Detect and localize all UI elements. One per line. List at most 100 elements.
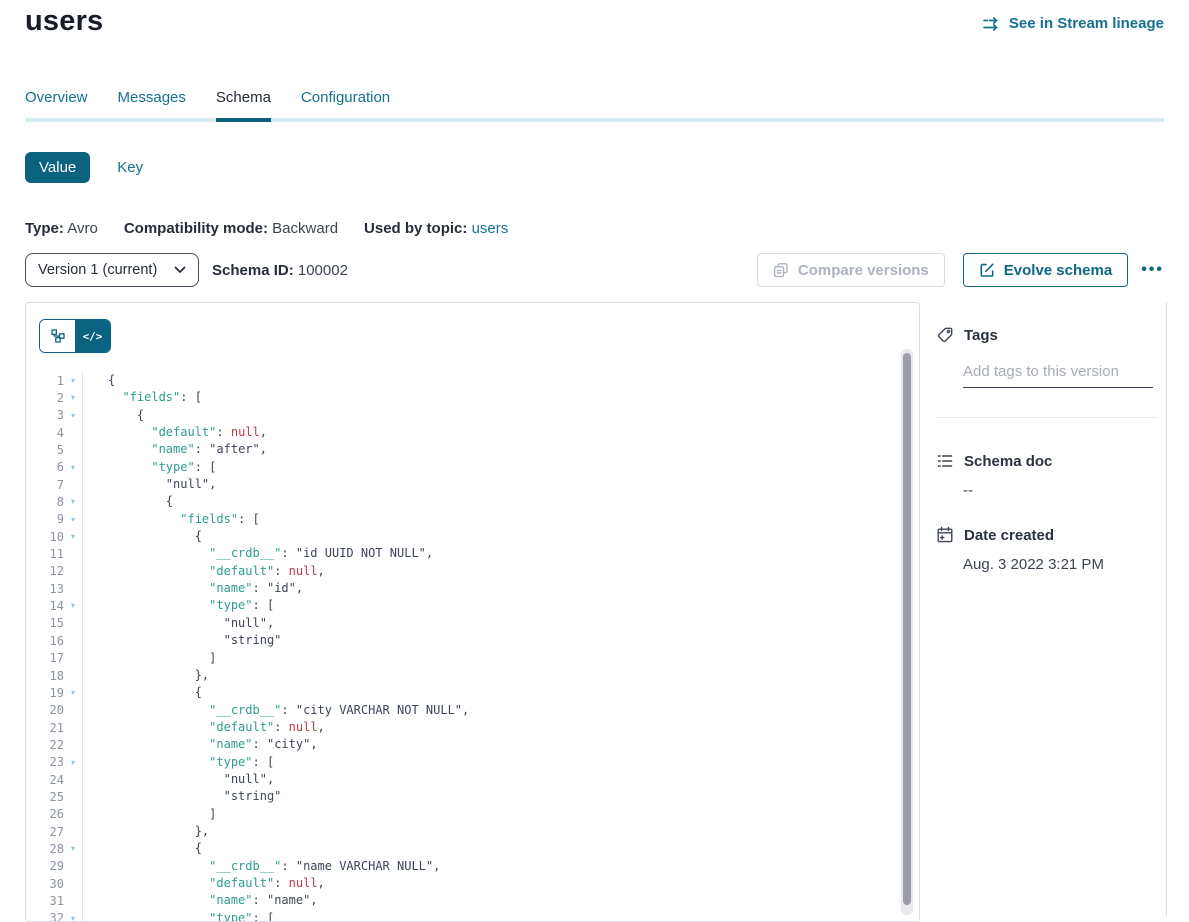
code-text: {	[82, 493, 919, 510]
used-by-topic-pair: Used by topic: users	[364, 220, 508, 237]
type-label: Type:	[25, 220, 64, 237]
fold-arrow-icon[interactable]: ▾	[64, 528, 82, 545]
code-line: 15 "null",	[26, 615, 919, 632]
line-number: 20	[26, 703, 64, 717]
line-number: 30	[26, 877, 64, 891]
key-button[interactable]: Key	[117, 159, 143, 176]
tab-configuration[interactable]: Configuration	[301, 89, 390, 119]
code-line: 22 "name": "city",	[26, 736, 919, 753]
code-text: ]	[82, 806, 919, 823]
topic-link[interactable]: users	[472, 220, 509, 237]
more-options-button[interactable]: •••	[1141, 261, 1164, 279]
line-number: 7	[26, 478, 64, 492]
code-text: "default": null,	[82, 875, 919, 892]
code-line: 30 "default": null,	[26, 875, 919, 892]
line-number: 2	[26, 391, 64, 405]
code-lines: 1▾{2▾ "fields": [3▾ {4 "default": null,5…	[26, 372, 919, 922]
compare-versions-button[interactable]: Compare versions	[757, 253, 945, 287]
code-text: "string"	[82, 788, 919, 805]
type-pair: Type: Avro	[25, 220, 98, 237]
evolve-schema-icon	[979, 262, 995, 278]
line-number: 26	[26, 807, 64, 821]
line-number: 9	[26, 512, 64, 526]
tags-section-header: Tags	[936, 326, 1166, 344]
code-text: },	[82, 823, 919, 840]
line-number: 21	[26, 721, 64, 735]
fold-arrow-icon[interactable]: ▾	[64, 684, 82, 701]
line-number: 10	[26, 530, 64, 544]
code-line: 7 "null",	[26, 476, 919, 493]
schema-id: Schema ID: 100002	[212, 262, 348, 279]
code-text: "null",	[82, 476, 919, 493]
code-text: "name": "name",	[82, 892, 919, 909]
compare-versions-label: Compare versions	[798, 262, 929, 279]
fold-arrow-icon[interactable]: ▾	[64, 493, 82, 510]
tags-title: Tags	[964, 327, 998, 344]
schema-doc-section-header: Schema doc	[936, 452, 1166, 470]
code-line: 29 "__crdb__": "name VARCHAR NULL",	[26, 858, 919, 875]
stream-lineage-icon	[983, 17, 1001, 31]
code-text: },	[82, 667, 919, 684]
code-line: 20 "__crdb__": "city VARCHAR NOT NULL",	[26, 702, 919, 719]
code-text: "type": [	[82, 754, 919, 771]
used-by-topic-label: Used by topic:	[364, 220, 467, 237]
compare-versions-icon	[773, 262, 789, 278]
fold-arrow-icon[interactable]: ▾	[64, 597, 82, 614]
code-line: 18 },	[26, 667, 919, 684]
tags-input[interactable]	[963, 363, 1153, 388]
code-line: 28▾ {	[26, 840, 919, 857]
schema-info-sidebar: Tags Schema doc -- Date created Aug. 3 2…	[936, 302, 1167, 916]
line-number: 29	[26, 859, 64, 873]
code-text: "null",	[82, 615, 919, 632]
line-number: 24	[26, 773, 64, 787]
chevron-down-icon	[174, 266, 186, 274]
tag-icon	[936, 326, 954, 344]
editor-scrollbar-thumb[interactable]	[903, 353, 911, 905]
code-line: 8▾ {	[26, 493, 919, 510]
line-number: 14	[26, 599, 64, 613]
code-line: 31 "name": "name",	[26, 892, 919, 909]
line-number: 23	[26, 755, 64, 769]
code-text: "fields": [	[82, 511, 919, 528]
code-line: 10▾ {	[26, 528, 919, 545]
line-number: 17	[26, 651, 64, 665]
code-line: 19▾ {	[26, 684, 919, 701]
line-number: 25	[26, 790, 64, 804]
code-text: {	[82, 407, 919, 424]
code-text: ]	[82, 650, 919, 667]
compatibility-pair: Compatibility mode: Backward	[124, 220, 338, 237]
line-number: 6	[26, 460, 64, 474]
editor-view-toggle: </>	[39, 319, 111, 353]
fold-arrow-icon[interactable]: ▾	[64, 840, 82, 857]
code-view-icon: </>	[83, 330, 103, 343]
code-line: 6▾ "type": [	[26, 459, 919, 476]
code-text: "default": null,	[82, 719, 919, 736]
stream-lineage-link[interactable]: See in Stream lineage	[983, 15, 1164, 32]
tab-schema[interactable]: Schema	[216, 89, 271, 119]
fold-arrow-icon[interactable]: ▾	[64, 511, 82, 528]
line-number: 18	[26, 669, 64, 683]
code-line: 16 "string"	[26, 632, 919, 649]
code-text: {	[82, 528, 919, 545]
evolve-schema-button[interactable]: Evolve schema	[963, 253, 1128, 287]
code-text: "string"	[82, 632, 919, 649]
code-line: 14▾ "type": [	[26, 597, 919, 614]
code-text: "__crdb__": "city VARCHAR NOT NULL",	[82, 702, 919, 719]
code-text: "default": null,	[82, 424, 919, 441]
code-line: 9▾ "fields": [	[26, 511, 919, 528]
fold-arrow-icon[interactable]: ▾	[64, 459, 82, 476]
tab-overview[interactable]: Overview	[25, 89, 88, 119]
fold-arrow-icon[interactable]: ▾	[64, 389, 82, 406]
tab-messages[interactable]: Messages	[118, 89, 186, 119]
compatibility-value: Backward	[272, 220, 338, 237]
code-line: 17 ]	[26, 650, 919, 667]
fold-arrow-icon[interactable]: ▾	[64, 754, 82, 771]
tree-view-button[interactable]	[40, 320, 75, 352]
line-number: 11	[26, 547, 64, 561]
fold-arrow-icon[interactable]: ▾	[64, 372, 82, 389]
value-button[interactable]: Value	[25, 152, 90, 183]
version-select[interactable]: Version 1 (current)	[25, 253, 199, 287]
code-view-button[interactable]: </>	[75, 320, 110, 352]
fold-arrow-icon[interactable]: ▾	[64, 407, 82, 424]
compatibility-label: Compatibility mode:	[124, 220, 268, 237]
